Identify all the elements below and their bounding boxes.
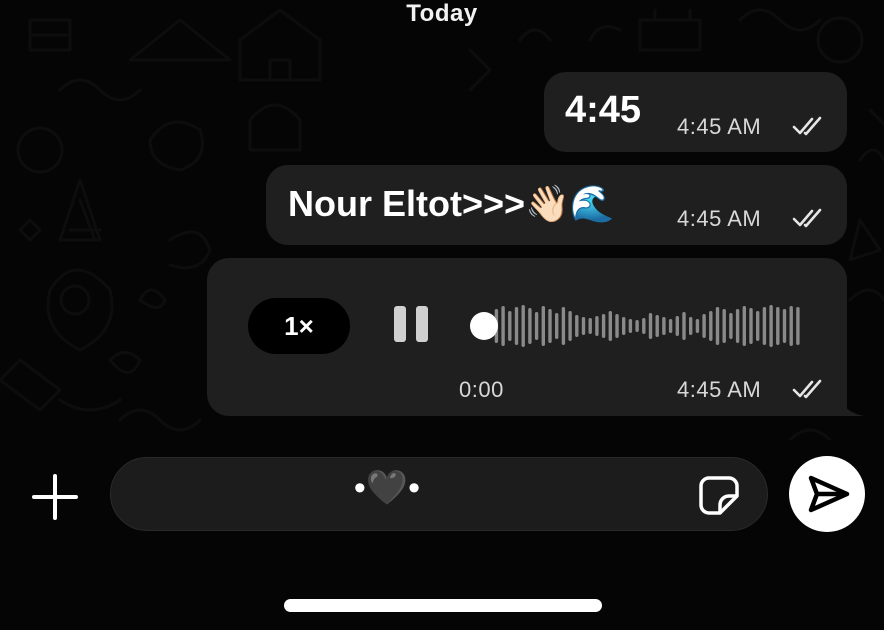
waveform-bar <box>655 315 659 337</box>
sticker-icon[interactable] <box>694 470 744 520</box>
waveform-bar <box>575 315 579 337</box>
pause-icon[interactable] <box>386 304 436 346</box>
message-time: 4:45 AM <box>677 114 762 139</box>
double-check-icon <box>792 379 822 399</box>
waveform-bar <box>548 309 552 343</box>
waveform-bar <box>796 307 800 345</box>
waveform-bar <box>729 313 733 339</box>
waveform-bar <box>675 316 679 336</box>
message-text: Nour Eltot>>>👋🏻🌊 <box>288 183 615 224</box>
chat-screen: Today 4:45 4:45 AM Nour Eltot>>>👋🏻🌊 4:45… <box>0 0 884 630</box>
waveform-bar <box>715 307 720 345</box>
waveform-bar <box>608 311 612 341</box>
audio-waveform[interactable] <box>470 298 815 354</box>
audio-elapsed-time: 0:00 <box>459 377 504 402</box>
waveform-bar <box>662 317 666 335</box>
double-check-icon <box>792 208 822 228</box>
waveform-bar <box>776 307 780 345</box>
waveform-bar <box>689 317 693 335</box>
playback-speed-button[interactable]: 1× <box>248 298 350 354</box>
waveform-bar <box>702 314 706 338</box>
waveform-bar <box>668 319 673 333</box>
waveform-bar <box>769 305 773 347</box>
waveform-bar <box>581 317 586 335</box>
message-text: 4:45 <box>565 89 642 131</box>
waveform-bar <box>622 317 626 335</box>
waveform-bar <box>601 314 606 338</box>
waveform-bar <box>709 311 713 341</box>
waveform-bar <box>588 318 592 334</box>
send-icon <box>808 475 850 513</box>
message-input[interactable] <box>110 457 768 531</box>
bubble-tail <box>840 398 864 416</box>
waveform-bar <box>789 306 793 346</box>
waveform-bar <box>756 311 760 341</box>
waveform-bar <box>508 311 512 341</box>
waveform-bar <box>749 308 753 344</box>
message-time: 4:45 AM <box>677 206 762 231</box>
waveform-bar <box>528 308 532 344</box>
waveform-bar <box>642 318 646 334</box>
waveform-bar <box>742 306 746 346</box>
waveform-bar <box>762 307 767 345</box>
message-time: 4:45 AM <box>677 377 762 402</box>
waveform-bar <box>555 313 559 339</box>
waveform-bar <box>682 312 686 340</box>
double-check-icon <box>792 116 822 136</box>
waveform-bar <box>595 316 599 336</box>
playhead-knob[interactable] <box>470 312 498 340</box>
waveform-bar <box>561 307 566 345</box>
date-separator: Today <box>406 0 478 27</box>
waveform-bar <box>628 319 633 333</box>
waveform-bar <box>722 309 726 343</box>
home-indicator[interactable] <box>284 599 602 612</box>
send-button[interactable] <box>789 456 865 532</box>
waveform-bar <box>534 312 539 340</box>
waveform-bar <box>735 309 740 343</box>
waveform-bar <box>635 320 639 332</box>
waveform-bar <box>695 319 700 333</box>
waveform-bar <box>648 313 653 339</box>
waveform-bar <box>521 305 525 347</box>
waveform-bar <box>615 314 619 338</box>
waveform-bar <box>514 307 519 345</box>
plus-icon[interactable] <box>26 468 84 526</box>
waveform-bar <box>568 311 572 341</box>
waveform-bar <box>541 306 545 346</box>
waveform-bar <box>782 309 787 343</box>
waveform-bar <box>501 306 505 346</box>
